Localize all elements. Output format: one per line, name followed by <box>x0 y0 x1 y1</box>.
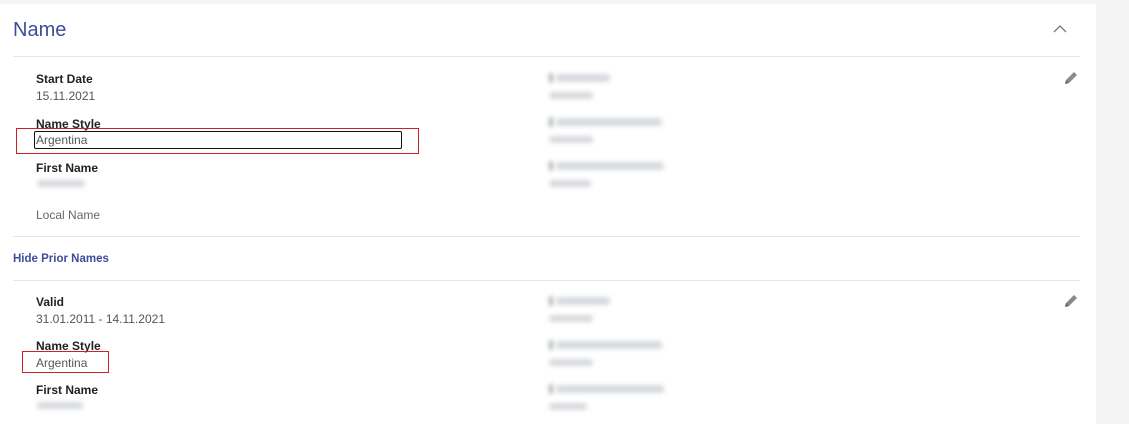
pencil-icon <box>1065 295 1077 307</box>
redacted-preferred-last-name-label <box>556 341 662 349</box>
prior-first-name-label: First Name <box>36 383 99 397</box>
pencil-icon <box>1065 72 1077 84</box>
highlight-box <box>16 128 419 154</box>
section-title: Name <box>13 19 67 41</box>
redacted-last-name-value <box>549 92 593 99</box>
collapse-button[interactable] <box>1050 20 1070 38</box>
edit-current-name-button[interactable] <box>1063 70 1079 86</box>
redacted-marker <box>549 73 553 83</box>
first-name-label: First Name <box>36 161 99 175</box>
redacted-preferred-first-name-label <box>556 162 664 170</box>
redacted-last-name-value <box>549 315 593 322</box>
redacted-last-name-label <box>556 74 610 82</box>
highlight-box <box>22 351 109 373</box>
divider <box>13 236 1080 237</box>
valid-value: 31.01.2011 - 14.11.2021 <box>36 312 165 326</box>
header-divider <box>13 56 1080 57</box>
redacted-first-name <box>37 180 85 187</box>
local-name-label: Local Name <box>36 208 101 222</box>
redacted-last-name-label <box>556 297 610 305</box>
hide-prior-names-link[interactable]: Hide Prior Names <box>13 253 109 265</box>
redacted-marker <box>549 384 553 394</box>
redacted-marker <box>549 117 553 127</box>
redacted-preferred-last-name-value <box>549 359 593 366</box>
redacted-preferred-first-name-value <box>549 180 591 187</box>
redacted-first-name <box>37 402 83 409</box>
edit-prior-name-button[interactable] <box>1063 293 1079 309</box>
name-panel <box>0 4 1096 424</box>
redacted-preferred-last-name-label <box>556 118 662 126</box>
redacted-marker <box>549 296 553 306</box>
redacted-preferred-last-name-value <box>549 136 593 143</box>
valid-label: Valid <box>36 295 65 309</box>
start-date-label: Start Date <box>36 72 93 86</box>
redacted-marker <box>549 340 553 350</box>
redacted-marker <box>549 161 553 171</box>
redacted-preferred-first-name-value <box>549 403 587 410</box>
chevron-up-icon <box>1053 25 1067 33</box>
start-date-value: 15.11.2021 <box>36 89 96 103</box>
redacted-preferred-first-name-label <box>556 385 664 393</box>
scroll-gutter <box>1096 0 1129 424</box>
divider <box>13 280 1080 281</box>
